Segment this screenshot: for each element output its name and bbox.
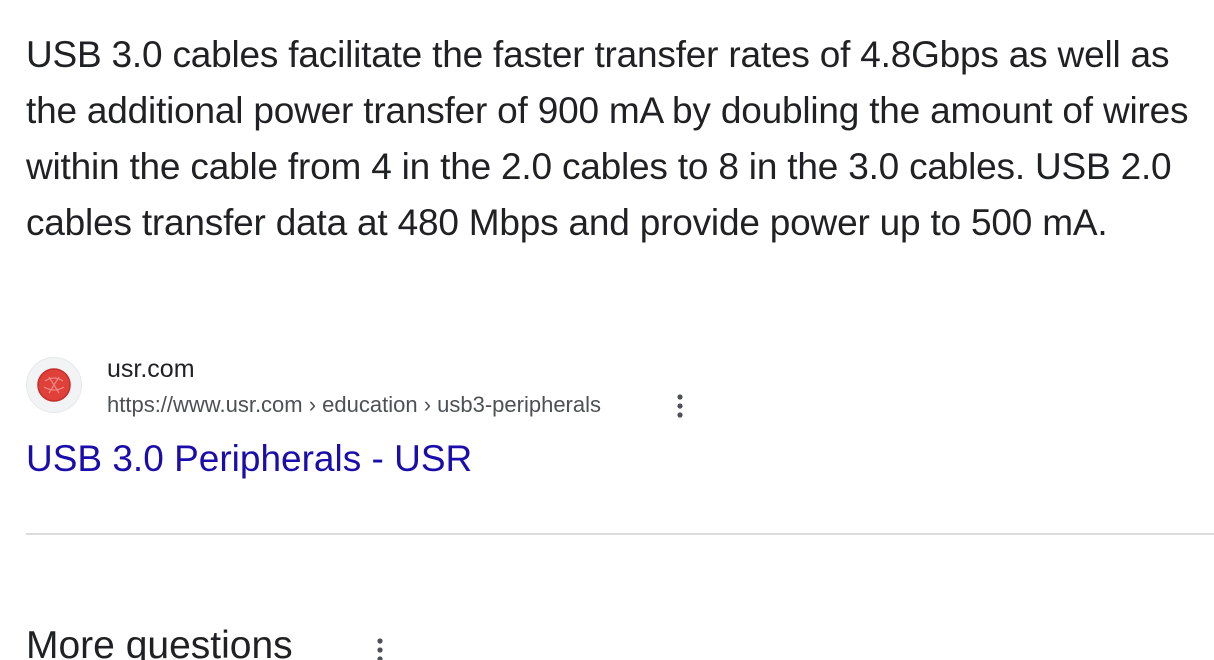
more-questions-heading: More questions [26, 624, 293, 660]
vertical-ellipsis-icon [677, 394, 683, 418]
source-attribution: usr.com https://www.usr.com › education … [26, 352, 726, 419]
site-name[interactable]: usr.com [107, 354, 195, 384]
section-divider [26, 533, 1214, 535]
result-title-link[interactable]: USB 3.0 Peripherals - USR [26, 436, 472, 482]
usr-logo-icon [37, 368, 71, 402]
vertical-ellipsis-icon [377, 638, 383, 660]
result-more-options-button[interactable] [666, 390, 694, 422]
site-url-breadcrumb[interactable]: https://www.usr.com › education › usb3-p… [107, 391, 601, 419]
more-questions-options-button[interactable] [366, 637, 394, 660]
site-favicon[interactable] [26, 357, 82, 413]
answer-snippet: USB 3.0 cables facilitate the faster tra… [26, 34, 1189, 243]
